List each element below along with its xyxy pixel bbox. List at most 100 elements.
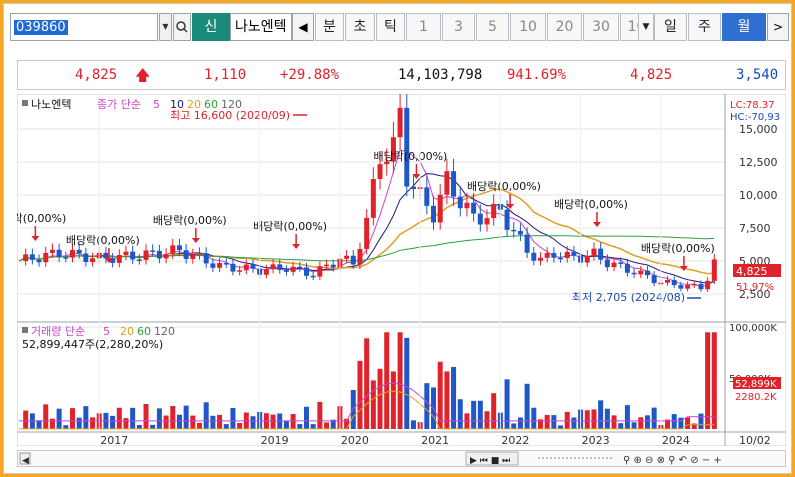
period-button-8[interactable]: 30 [583, 13, 619, 41]
volume-bar [711, 332, 717, 429]
period-button-4[interactable]: 3 [442, 13, 475, 41]
prev-arrow-button[interactable]: ◀ [292, 13, 314, 41]
ma-period-label: 120 [221, 98, 242, 111]
volume-bar [377, 368, 383, 429]
period-button-10[interactable]: 일 [654, 13, 687, 41]
ma-period-label: 20 [187, 98, 201, 111]
candle-body [665, 279, 671, 283]
candle-body [457, 196, 463, 209]
volume-bar [110, 415, 116, 429]
period-button-7[interactable]: 20 [547, 13, 582, 41]
period-button-1[interactable]: 초 [345, 13, 375, 41]
volume-bar [210, 415, 216, 429]
up-arrow-icon: 🡅 [135, 66, 151, 84]
volume-bar [176, 414, 182, 429]
volume-bar [517, 417, 523, 429]
price-tag: 4,825 [736, 265, 768, 278]
vol-ma-period-label: 20 [120, 325, 134, 338]
toolbar: 039860 ▼ 신 나노엔텍 ◀ 분 초 틱 1 3 5 10 20 30 10 일 주 월 ▼ > [10, 13, 790, 43]
volume-bar [203, 402, 209, 429]
candle-body [163, 253, 169, 259]
candle-body [130, 251, 136, 260]
volume-bar [43, 404, 49, 429]
volume-bar [183, 405, 189, 429]
chart-scrollbar[interactable]: ◀ ▶ ⏮ ■ ⏭ ⚲ ⊕ ⊖ ⊗ ⚲ ↶ ⊘ − + [17, 450, 786, 467]
volume-bar [424, 383, 430, 429]
candle-body [705, 280, 711, 290]
svg-text:▶ ⏮ ■ ⏭: ▶ ⏮ ■ ⏭ [470, 456, 510, 466]
code-dropdown-button[interactable]: ▼ [159, 13, 172, 41]
candle-body [330, 264, 336, 268]
candle-body [297, 266, 303, 269]
volume-bar [283, 421, 289, 429]
volume-bar [364, 338, 370, 429]
interval-dropdown-button[interactable]: ▼ [638, 13, 654, 41]
vol-ma-tag: 2280.2K [735, 392, 777, 403]
price-volume-chart[interactable]: 15,00012,50010,0007,5005,0002,500LC:78.3… [17, 94, 786, 446]
volume-bar [357, 360, 363, 429]
volume-bar [150, 424, 156, 429]
candle-body [290, 266, 296, 272]
candle-body [103, 252, 109, 259]
volume-bar [390, 371, 396, 429]
hc-label: HC:-70,93 [730, 112, 780, 123]
volume-bar [604, 408, 610, 429]
period-button-2[interactable]: 틱 [376, 13, 405, 41]
candle-body [283, 269, 289, 272]
period-button-12[interactable]: 월 [722, 13, 766, 41]
candle-body [698, 283, 704, 290]
volume-bar [123, 418, 129, 429]
candle-body [551, 253, 557, 258]
candle-body [484, 218, 490, 225]
next-arrow-button[interactable]: > [767, 13, 789, 41]
period-button-0[interactable]: 분 [315, 13, 344, 41]
candle-body [558, 257, 564, 260]
candle-body [277, 264, 283, 270]
period-button-3[interactable]: 1 [406, 13, 441, 41]
new-button[interactable]: 신 [192, 13, 230, 41]
volume-bar [491, 393, 497, 429]
candle-body [350, 255, 356, 265]
volume-bar [618, 423, 624, 429]
volume-bar [324, 422, 330, 429]
volume-bar [223, 424, 229, 429]
current-price: 4,825 [75, 67, 118, 83]
candle-body [36, 259, 42, 263]
year-label: 2024 [662, 434, 690, 446]
candle-body [69, 249, 75, 258]
vol-tick-label: 100,000K [729, 323, 777, 334]
candle-body [310, 275, 316, 278]
candle-body [644, 270, 650, 276]
volume-bar [685, 417, 691, 429]
price-change: 1,110 [204, 67, 247, 83]
volume-bar [170, 406, 176, 429]
period-button-6[interactable]: 10 [510, 13, 546, 41]
candle-body [631, 272, 637, 275]
vol-marker-icon [22, 327, 28, 333]
stock-code-input[interactable]: 039860 [10, 13, 158, 41]
volume-bar [90, 417, 96, 429]
candle-body [624, 263, 630, 273]
candle-body [364, 217, 370, 249]
volume-bar [190, 415, 196, 429]
candle-body [437, 194, 443, 223]
candle-body [404, 107, 410, 187]
volume-bar [237, 422, 243, 429]
price-tick-label: 7,500 [739, 222, 771, 235]
candle-body [156, 250, 162, 259]
volume-bar [69, 408, 75, 429]
volume-bar [698, 413, 704, 429]
volume-bar [143, 403, 149, 429]
search-button[interactable] [173, 13, 191, 41]
volume-bar [370, 380, 376, 429]
candle-body [210, 263, 216, 268]
candle-body [685, 284, 691, 289]
volume-bar [116, 407, 122, 429]
dividend-label: 배당락(0,00%) [17, 212, 66, 225]
volume-bar [531, 407, 537, 429]
volume-bar [591, 409, 597, 429]
period-button-5[interactable]: 5 [476, 13, 509, 41]
period-button-11[interactable]: 주 [688, 13, 721, 41]
volume-percent: 941.69% [507, 67, 567, 83]
volume-bar [310, 424, 316, 429]
